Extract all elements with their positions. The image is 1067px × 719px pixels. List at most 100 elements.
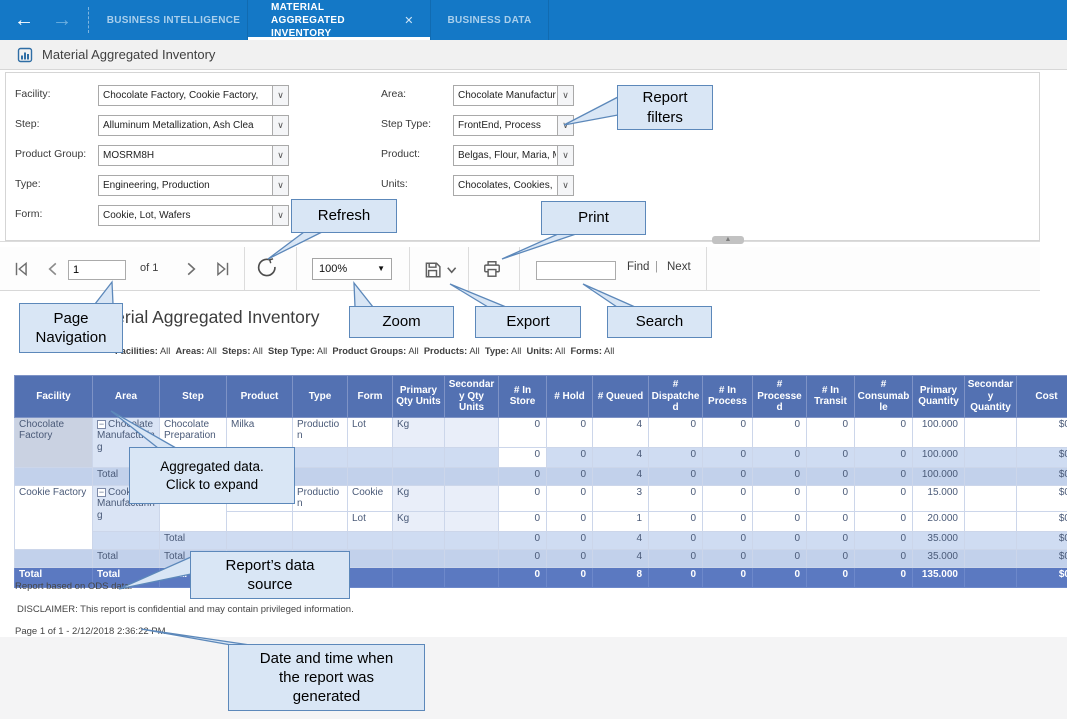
dropdown-arrow-icon[interactable]: ∨	[272, 86, 288, 105]
step-type-dropdown[interactable]: FrontEnd, Process∨	[453, 115, 574, 136]
table-cell: 0	[499, 485, 547, 512]
last-page-button[interactable]	[214, 258, 236, 280]
table-cell: 15.000	[913, 485, 965, 512]
table-cell: Total	[160, 532, 227, 550]
table-cell: 0	[807, 550, 855, 568]
column-header: Form	[348, 376, 393, 418]
collapse-group-icon[interactable]: −	[97, 488, 106, 497]
table-cell: 0	[855, 417, 913, 447]
table-cell	[393, 467, 445, 485]
dropdown-arrow-icon[interactable]: ∨	[272, 116, 288, 135]
product-dropdown[interactable]: Belgas, Flour, Maria, Milka, MOSR∨	[453, 145, 574, 166]
table-cell: 0	[753, 532, 807, 550]
type-dropdown[interactable]: Engineering, Production∨	[98, 175, 289, 196]
step-dropdown[interactable]: Alluminum Metallization, Ash Clea∨	[98, 115, 289, 136]
filter-label: Product Group:	[15, 148, 86, 160]
table-cell: 8	[593, 568, 649, 588]
table-cell: Chocolate Preparation	[160, 417, 227, 447]
tab-material-aggregated-inventory[interactable]: MATERIAL AGGREGATED INVENTORY ✕	[248, 0, 431, 40]
previous-page-button[interactable]	[44, 258, 66, 280]
table-cell	[293, 532, 348, 550]
caret-down-icon: ▼	[377, 259, 385, 279]
table-cell	[348, 532, 393, 550]
column-header: # Hold	[547, 376, 593, 418]
table-cell: 0	[703, 550, 753, 568]
page-title-bar: Material Aggregated Inventory	[0, 40, 1067, 70]
refresh-icon[interactable]	[256, 257, 278, 279]
table-cell: $0	[1017, 467, 1067, 485]
zoom-select[interactable]: 100% ▼	[312, 258, 392, 280]
tab-label: BUSINESS INTELLIGENCE	[107, 15, 241, 26]
column-header: # Queued	[593, 376, 649, 418]
collapse-panel-handle[interactable]: ▲	[712, 236, 744, 244]
callout-text: Print	[578, 208, 609, 227]
next-page-button[interactable]	[182, 258, 204, 280]
callout-text: generated	[293, 687, 361, 706]
find-input[interactable]	[536, 261, 616, 280]
filter-row: Product Group:MOSRM8H∨Product:Belgas, Fl…	[6, 145, 1039, 167]
dropdown-arrow-icon[interactable]: ∨	[272, 176, 288, 195]
page-number-input[interactable]	[68, 260, 126, 280]
table-cell: Chocolate Factory	[15, 417, 93, 467]
back-arrow-icon[interactable]: ←	[10, 6, 38, 34]
report-filters-panel: Facility:Chocolate Factory, Cookie Facto…	[5, 72, 1040, 241]
dropdown-arrow-icon[interactable]: ∨	[272, 206, 288, 225]
table-cell	[445, 550, 499, 568]
table-cell: 0	[649, 485, 703, 512]
dropdown-value: Chocolate Factory, Cookie Factory,	[103, 86, 271, 105]
table-cell	[393, 532, 445, 550]
table-cell: 100.000	[913, 447, 965, 467]
dropdown-arrow-icon[interactable]: ∨	[557, 116, 573, 135]
find-button[interactable]: Find	[627, 261, 649, 273]
zoom-value: 100%	[319, 259, 347, 279]
dropdown-arrow-icon[interactable]: ∨	[557, 146, 573, 165]
facility-dropdown[interactable]: Chocolate Factory, Cookie Factory,∨	[98, 85, 289, 106]
table-cell: 0	[855, 485, 913, 512]
callout-text: Page	[53, 309, 88, 328]
collapse-group-icon[interactable]: −	[97, 420, 106, 429]
table-cell: 135.000	[913, 568, 965, 588]
table-header-row: FacilityAreaStepProductTypeFormPrimary Q…	[15, 376, 1067, 418]
column-header: # In Transit	[807, 376, 855, 418]
units-dropdown[interactable]: Chocolates, Cookies, Dies, Kg, Pac∨	[453, 175, 574, 196]
forward-arrow-icon[interactable]: →	[48, 6, 76, 34]
product-group-dropdown[interactable]: MOSRM8H∨	[98, 145, 289, 166]
table-cell	[15, 550, 93, 568]
table-cell: 0	[547, 467, 593, 485]
first-page-button[interactable]	[12, 258, 34, 280]
print-icon[interactable]	[482, 258, 504, 280]
table-cell: 0	[499, 447, 547, 467]
tab-business-data[interactable]: BUSINESS DATA	[431, 0, 549, 40]
find-next-button[interactable]: Next	[667, 261, 691, 273]
table-cell: $0	[1017, 512, 1067, 532]
table-cell: $0	[1017, 568, 1067, 588]
dropdown-value: Chocolates, Cookies, Dies, Kg, Pac	[458, 176, 556, 195]
table-cell: 0	[649, 512, 703, 532]
dropdown-arrow-icon[interactable]: ∨	[272, 146, 288, 165]
form-dropdown[interactable]: Cookie, Lot, Wafers∨	[98, 205, 289, 226]
column-header: # Processed	[753, 376, 807, 418]
export-save-icon[interactable]	[424, 259, 458, 281]
area-dropdown[interactable]: Chocolate Manufacturing, Chocol∨	[453, 85, 574, 106]
table-cell: 4	[593, 467, 649, 485]
table-cell: 0	[753, 485, 807, 512]
dropdown-arrow-icon[interactable]: ∨	[557, 176, 573, 195]
table-cell	[293, 467, 348, 485]
table-row: TotalTotalTotal00800000135.000$0	[15, 568, 1067, 588]
table-cell: 0	[649, 467, 703, 485]
table-cell: $0	[1017, 550, 1067, 568]
filter-row: Step:Alluminum Metallization, Ash Clea∨S…	[6, 115, 1039, 137]
close-tab-icon[interactable]: ✕	[399, 14, 419, 27]
tab-business-intelligence[interactable]: BUSINESS INTELLIGENCE	[100, 0, 248, 40]
callout-text: Export	[506, 312, 549, 331]
table-cell: 0	[855, 512, 913, 532]
table-cell: 0	[703, 467, 753, 485]
filter-label: Step Type:	[381, 118, 431, 130]
dropdown-value: MOSRM8H	[103, 146, 271, 165]
table-cell: 0	[499, 550, 547, 568]
table-cell: 0	[703, 417, 753, 447]
column-header: Secondary Quantity	[965, 376, 1017, 418]
dropdown-arrow-icon[interactable]: ∨	[557, 86, 573, 105]
table-cell	[965, 550, 1017, 568]
table-cell: 4	[593, 532, 649, 550]
